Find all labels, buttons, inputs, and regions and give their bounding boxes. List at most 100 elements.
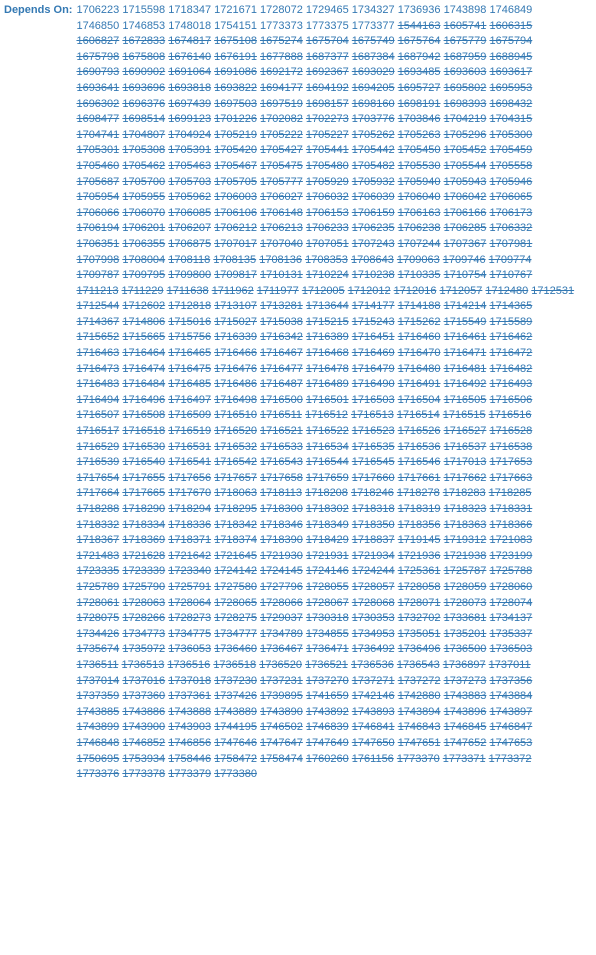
closed-bug-link[interactable]: 1728275	[214, 612, 257, 624]
closed-bug-link[interactable]: 1706235	[352, 222, 395, 234]
closed-bug-link[interactable]: 1716501	[306, 394, 349, 406]
open-bug-link[interactable]: 1729465	[306, 4, 349, 16]
closed-bug-link[interactable]: 1704219	[444, 113, 487, 125]
closed-bug-link[interactable]: 1705391	[168, 144, 211, 156]
closed-bug-link[interactable]: 1716511	[260, 409, 302, 421]
closed-bug-link[interactable]: 1705463	[168, 160, 211, 172]
closed-bug-link[interactable]: 1746852	[122, 737, 165, 749]
closed-bug-link[interactable]: 1706039	[352, 191, 395, 203]
closed-bug-link[interactable]: 1716477	[260, 363, 303, 375]
closed-bug-link[interactable]: 1718367	[76, 534, 119, 546]
closed-bug-link[interactable]: 1716342	[260, 331, 303, 343]
closed-bug-link[interactable]: 1717664	[76, 487, 119, 499]
closed-bug-link[interactable]: 1718332	[76, 519, 119, 531]
closed-bug-link[interactable]: 1716546	[398, 456, 441, 468]
closed-bug-link[interactable]: 1743890	[260, 706, 303, 718]
closed-bug-link[interactable]: 1698393	[444, 98, 487, 110]
open-bug-link[interactable]: 1736936	[398, 4, 441, 16]
closed-bug-link[interactable]: 1716522	[306, 425, 349, 437]
closed-bug-link[interactable]: 1746502	[260, 721, 303, 733]
closed-bug-link[interactable]: 1736536	[351, 659, 394, 671]
closed-bug-link[interactable]: 1706065	[489, 191, 532, 203]
open-bug-link[interactable]: 1773377	[352, 20, 395, 32]
closed-bug-link[interactable]: 1705452	[444, 144, 487, 156]
closed-bug-link[interactable]: 1747650	[352, 737, 395, 749]
closed-bug-link[interactable]: 1705687	[76, 176, 119, 188]
closed-bug-link[interactable]: 1721938	[444, 550, 487, 562]
closed-bug-link[interactable]: 1698157	[306, 98, 349, 110]
closed-bug-link[interactable]: 1737426	[214, 690, 257, 702]
closed-bug-link[interactable]: 1706238	[398, 222, 441, 234]
closed-bug-link[interactable]: 1697439	[168, 98, 211, 110]
closed-bug-link[interactable]: 1773370	[397, 753, 440, 765]
closed-bug-link[interactable]: 1742880	[398, 690, 441, 702]
closed-bug-link[interactable]: 1773372	[489, 753, 532, 765]
closed-bug-link[interactable]: 1705420	[214, 144, 257, 156]
closed-bug-link[interactable]: 1747646	[214, 737, 257, 749]
closed-bug-link[interactable]: 1736496	[398, 643, 441, 655]
closed-bug-link[interactable]: 1737271	[352, 675, 395, 687]
closed-bug-link[interactable]: 1716498	[214, 394, 257, 406]
closed-bug-link[interactable]: 1714177	[352, 300, 395, 312]
closed-bug-link[interactable]: 1708136	[259, 254, 302, 266]
closed-bug-link[interactable]: 1716480	[398, 363, 441, 375]
closed-bug-link[interactable]: 1718208	[305, 487, 348, 499]
closed-bug-link[interactable]: 1724142	[214, 565, 257, 577]
closed-bug-link[interactable]: 1709800	[168, 269, 211, 281]
closed-bug-link[interactable]: 1706332	[489, 222, 532, 234]
closed-bug-link[interactable]: 1736520	[259, 659, 302, 671]
closed-bug-link[interactable]: 1705222	[260, 129, 303, 141]
closed-bug-link[interactable]: 1743886	[122, 706, 165, 718]
closed-bug-link[interactable]: 1716503	[352, 394, 395, 406]
closed-bug-link[interactable]: 1698477	[76, 113, 119, 125]
closed-bug-link[interactable]: 1718285	[489, 487, 532, 499]
closed-bug-link[interactable]: 1716537	[444, 441, 487, 453]
closed-bug-link[interactable]: 1721483	[76, 550, 119, 562]
closed-bug-link[interactable]: 1735201	[444, 628, 487, 640]
closed-bug-link[interactable]: 1734137	[489, 612, 532, 624]
closed-bug-link[interactable]: 1728059	[444, 581, 487, 593]
closed-bug-link[interactable]: 1705460	[76, 160, 119, 172]
closed-bug-link[interactable]: 1714188	[398, 300, 441, 312]
closed-bug-link[interactable]: 1675808	[122, 51, 165, 63]
closed-bug-link[interactable]: 1718349	[306, 519, 349, 531]
closed-bug-link[interactable]: 1715038	[260, 316, 303, 328]
closed-bug-link[interactable]: 1747647	[260, 737, 303, 749]
closed-bug-link[interactable]: 1716506	[489, 394, 532, 406]
closed-bug-link[interactable]: 1675798	[76, 51, 119, 63]
closed-bug-link[interactable]: 1708004	[122, 254, 165, 266]
closed-bug-link[interactable]: 1716515	[443, 409, 486, 421]
closed-bug-link[interactable]: 1735674	[76, 643, 119, 655]
closed-bug-link[interactable]: 1718429	[306, 534, 349, 546]
closed-bug-link[interactable]: 1716493	[489, 378, 532, 390]
closed-bug-link[interactable]: 1723339	[122, 565, 165, 577]
closed-bug-link[interactable]: 1675108	[214, 35, 257, 47]
open-bug-link[interactable]: 1746853	[122, 20, 165, 32]
closed-bug-link[interactable]: 1746839	[306, 721, 349, 733]
closed-bug-link[interactable]: 1743893	[352, 706, 395, 718]
closed-bug-link[interactable]: 1717660	[352, 472, 395, 484]
closed-bug-link[interactable]: 1705459	[489, 144, 532, 156]
closed-bug-link[interactable]: 1747653	[489, 737, 532, 749]
closed-bug-link[interactable]: 1698432	[489, 98, 532, 110]
closed-bug-link[interactable]: 1703776	[352, 113, 395, 125]
closed-bug-link[interactable]: 1687942	[398, 51, 441, 63]
closed-bug-link[interactable]: 1713281	[260, 300, 303, 312]
closed-bug-link[interactable]: 1697503	[214, 98, 257, 110]
closed-bug-link[interactable]: 1705482	[352, 160, 395, 172]
closed-bug-link[interactable]: 1725789	[76, 581, 119, 593]
closed-bug-link[interactable]: 1716494	[76, 394, 119, 406]
closed-bug-link[interactable]: 1709817	[214, 269, 257, 281]
closed-bug-link[interactable]: 1712057	[440, 285, 483, 297]
closed-bug-link[interactable]: 1728073	[444, 597, 487, 609]
closed-bug-link[interactable]: 1674817	[168, 35, 211, 47]
closed-bug-link[interactable]: 1718363	[444, 519, 487, 531]
closed-bug-link[interactable]: 1718288	[76, 503, 119, 515]
closed-bug-link[interactable]: 1687377	[306, 51, 349, 63]
closed-bug-link[interactable]: 1707998	[76, 254, 119, 266]
closed-bug-link[interactable]: 1718837	[352, 534, 395, 546]
closed-bug-link[interactable]: 1715652	[76, 331, 119, 343]
closed-bug-link[interactable]: 1728064	[168, 597, 211, 609]
closed-bug-link[interactable]: 1705480	[306, 160, 349, 172]
closed-bug-link[interactable]: 1705558	[489, 160, 532, 172]
